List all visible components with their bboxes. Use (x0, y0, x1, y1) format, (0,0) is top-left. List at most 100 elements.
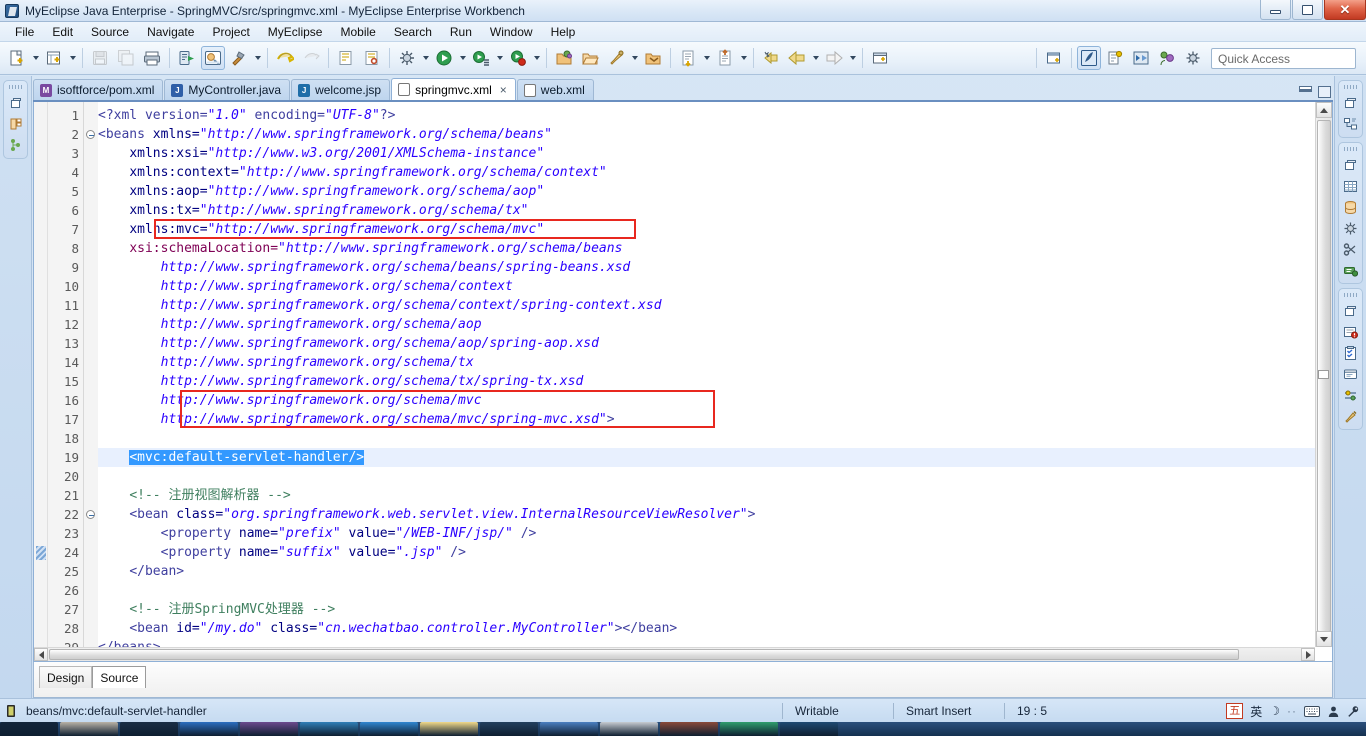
snippets-view-icon[interactable] (1342, 240, 1360, 258)
chevron-down-icon[interactable] (252, 46, 263, 70)
menu-item-mobile[interactable]: Mobile (331, 23, 384, 41)
outline-view-icon[interactable] (1342, 115, 1360, 133)
run-icon[interactable] (432, 46, 456, 70)
editor-tab-mycontroller-java[interactable]: J MyController.java (164, 79, 291, 100)
run-server-icon[interactable] (175, 46, 199, 70)
external-tools-icon[interactable] (552, 46, 576, 70)
properties-view-icon[interactable] (1342, 386, 1360, 404)
taskbar-item[interactable] (300, 722, 358, 736)
menu-item-help[interactable]: Help (542, 23, 585, 41)
minimize-editor-icon[interactable] (1299, 86, 1312, 92)
open-perspective-icon[interactable] (1042, 46, 1066, 70)
horizontal-scrollbar[interactable] (34, 647, 1315, 661)
taskbar-item[interactable] (180, 722, 238, 736)
redo-icon[interactable] (299, 46, 323, 70)
chevron-down-icon[interactable] (531, 46, 542, 70)
scroll-right-button[interactable] (1301, 648, 1315, 661)
new-file-icon[interactable] (42, 46, 66, 70)
back-icon[interactable] (785, 46, 809, 70)
menu-item-myeclipse[interactable]: MyEclipse (259, 23, 332, 41)
servers-view-icon[interactable] (1342, 261, 1360, 279)
windows-taskbar[interactable] (0, 722, 1366, 736)
close-button[interactable]: ✕ (1324, 0, 1366, 20)
table-view-icon[interactable] (1342, 177, 1360, 195)
taskbar-item[interactable] (720, 722, 778, 736)
drag-grip[interactable] (1343, 293, 1358, 297)
print-icon[interactable] (140, 46, 164, 70)
outline-view-icon[interactable] (7, 136, 25, 154)
chevron-down-icon[interactable] (457, 46, 468, 70)
drag-grip[interactable] (8, 85, 23, 89)
forward-icon[interactable] (822, 46, 846, 70)
pin-icon[interactable] (604, 46, 628, 70)
restore-view-icon[interactable] (1342, 156, 1360, 174)
chevron-down-icon[interactable] (810, 46, 821, 70)
build-hammer-icon[interactable] (227, 46, 251, 70)
fold-toggle-icon[interactable] (86, 130, 95, 139)
next-annotation-icon[interactable] (676, 46, 700, 70)
design-view-icon[interactable] (1342, 407, 1360, 425)
keyboard-icon[interactable] (1304, 705, 1320, 717)
myeclipse-perspective-icon[interactable] (1077, 46, 1101, 70)
ime-tools-icon[interactable] (1347, 705, 1360, 718)
editor-tab-welcome-jsp[interactable]: Jwelcome.jsp (291, 79, 391, 100)
menu-item-project[interactable]: Project (203, 23, 258, 41)
vertical-scrollbar[interactable] (1315, 102, 1332, 647)
editor-tab-isoftforce-pom-xml[interactable]: Misoftforce/pom.xml (33, 79, 164, 100)
restore-view-icon[interactable] (1342, 302, 1360, 320)
menu-item-source[interactable]: Source (82, 23, 138, 41)
code-text[interactable]: <?xml version="1.0" encoding="UTF-8"?> <b… (98, 102, 1315, 647)
taskbar-item[interactable] (360, 722, 418, 736)
maximize-editor-icon[interactable] (1318, 86, 1331, 98)
menu-item-navigate[interactable]: Navigate (138, 23, 203, 41)
chevron-down-icon[interactable] (420, 46, 431, 70)
editor-bottom-tab-design[interactable]: Design (39, 666, 93, 688)
chevron-down-icon[interactable] (701, 46, 712, 70)
open-resource-icon[interactable] (360, 46, 384, 70)
chevron-down-icon[interactable] (629, 46, 640, 70)
ime-language-label[interactable]: 英 (1250, 703, 1262, 720)
annotation-gutter[interactable] (34, 102, 48, 661)
quick-access-input[interactable]: Quick Access (1211, 48, 1356, 69)
minimize-button[interactable] (1260, 0, 1291, 20)
drag-grip[interactable] (1343, 147, 1358, 151)
editor-bottom-tab-source[interactable]: Source (92, 666, 147, 688)
previous-annotation-icon[interactable] (713, 46, 737, 70)
debug-view-icon[interactable] (1342, 219, 1360, 237)
chevron-down-icon[interactable] (494, 46, 505, 70)
scroll-up-button[interactable] (1316, 102, 1332, 118)
taskbar-item[interactable] (600, 722, 658, 736)
scroll-down-button[interactable] (1316, 631, 1332, 647)
new-window-icon[interactable] (868, 46, 892, 70)
open-type-icon[interactable] (334, 46, 358, 70)
taskbar-item[interactable] (60, 722, 118, 736)
taskbar-item[interactable] (240, 722, 298, 736)
save-icon[interactable] (88, 46, 112, 70)
package-icon[interactable] (641, 46, 665, 70)
java-perspective-icon[interactable] (1129, 46, 1153, 70)
taskbar-item[interactable] (480, 722, 538, 736)
ime-mode-icon[interactable]: 五 (1226, 703, 1244, 719)
chevron-down-icon[interactable] (738, 46, 749, 70)
taskbar-item[interactable] (120, 722, 178, 736)
chevron-down-icon[interactable] (847, 46, 858, 70)
save-all-icon[interactable] (114, 46, 138, 70)
tasks-view-icon[interactable] (1342, 344, 1360, 362)
folding-ruler[interactable] (84, 102, 98, 661)
editor-tab-springmvc-xml[interactable]: Xspringmvc.xml × (391, 78, 516, 100)
editor-tab-web-xml[interactable]: Xweb.xml (516, 79, 594, 100)
taskbar-item[interactable] (660, 722, 718, 736)
close-tab-icon[interactable]: × (500, 83, 507, 97)
package-explorer-icon[interactable] (7, 115, 25, 133)
menu-item-edit[interactable]: Edit (43, 23, 82, 41)
menu-item-search[interactable]: Search (385, 23, 441, 41)
new-wizard-icon[interactable] (5, 46, 29, 70)
taskbar-item[interactable] (540, 722, 598, 736)
restore-view-icon[interactable] (7, 94, 25, 112)
scroll-left-button[interactable] (34, 648, 48, 661)
undo-icon[interactable] (273, 46, 297, 70)
ime-user-icon[interactable] (1327, 705, 1340, 718)
chevron-down-icon[interactable] (30, 46, 41, 70)
run-history-icon[interactable] (469, 46, 493, 70)
horizontal-scroll-thumb[interactable] (49, 649, 1239, 660)
